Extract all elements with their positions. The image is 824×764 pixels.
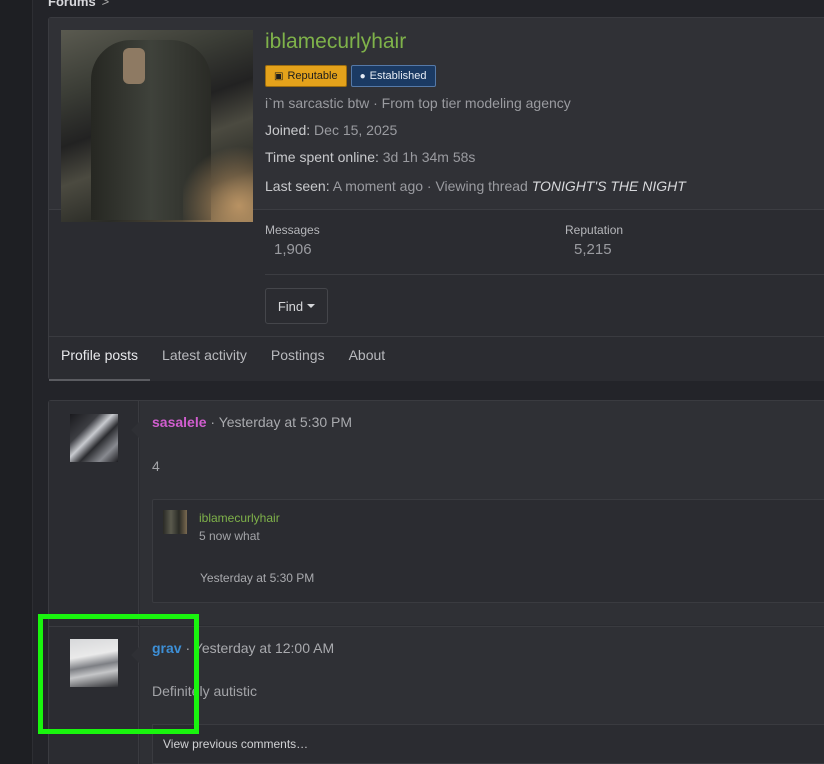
online-label: Time spent online: <box>265 149 379 165</box>
badge-reputable: ▣ Reputable <box>265 65 347 87</box>
breadcrumb-forums[interactable]: Forums <box>48 0 96 9</box>
left-sidebar-strip <box>0 0 33 764</box>
joined-value: Dec 15, 2025 <box>314 122 398 138</box>
comment-avatar[interactable] <box>163 510 187 534</box>
online-value: 3d 1h 34m 58s <box>382 149 476 165</box>
caret-down-icon <box>307 304 316 308</box>
avatar[interactable] <box>70 414 118 462</box>
stat-messages[interactable]: Messages 1,906 <box>265 223 320 258</box>
avatar[interactable] <box>70 639 118 687</box>
profile-posts-list: sasalele · Yesterday at 5:30 PM 4 iblame… <box>48 400 824 764</box>
post-body: 4 <box>152 458 160 474</box>
last-seen-label: Last seen: <box>265 178 330 194</box>
joined-line: Joined: Dec 15, 2025 <box>265 122 397 138</box>
badge-reputable-label: Reputable <box>287 70 338 82</box>
stat-reputation[interactable]: Reputation 5,215 <box>565 223 623 258</box>
last-seen-line: Last seen: A moment ago · Viewing thread… <box>265 178 686 194</box>
breadcrumb[interactable]: Forums > <box>48 0 109 9</box>
post-timestamp[interactable]: · Yesterday at 5:30 PM <box>210 414 352 430</box>
profile-avatar[interactable] <box>61 30 253 222</box>
online-line: Time spent online: 3d 1h 34m 58s <box>265 149 475 165</box>
post-timestamp[interactable]: · Yesterday at 12:00 AM <box>185 640 334 656</box>
badge-established: ● Established <box>350 65 436 87</box>
tab-about[interactable]: About <box>337 337 398 381</box>
post-author-link[interactable]: sasalele <box>152 414 207 430</box>
joined-label: Joined: <box>265 122 311 138</box>
post-arrow <box>131 646 140 664</box>
chevron-right-icon: > <box>101 0 110 9</box>
profile-card: iblamecurlyhair ▣ Reputable ● Establishe… <box>48 17 824 381</box>
stat-messages-label: Messages <box>265 223 320 237</box>
stat-reputation-value: 5,215 <box>574 241 612 258</box>
post-header: sasalele · Yesterday at 5:30 PM <box>152 414 352 430</box>
tab-profile-posts[interactable]: Profile posts <box>49 337 151 381</box>
profile-username[interactable]: iblamecurlyhair <box>265 30 406 54</box>
stat-reputation-label: Reputation <box>565 223 624 237</box>
comment-timestamp[interactable]: Yesterday at 5:30 PM <box>200 571 314 585</box>
profile-tabs: Profile posts Latest activity Postings A… <box>49 336 824 381</box>
profile-stats: Messages 1,906 Reputation 5,215 <box>265 223 824 275</box>
post-arrow <box>131 421 140 439</box>
find-dropdown-button[interactable]: Find <box>265 288 328 324</box>
post-body: Definitely autistic <box>152 683 258 699</box>
comment-author-link[interactable]: iblamecurlyhair <box>199 511 280 525</box>
last-seen-value: A moment ago · Viewing thread <box>332 178 528 194</box>
user-badges: ▣ Reputable ● Established <box>265 65 436 87</box>
last-seen-thread-link[interactable]: TONIGHT'S THE NIGHT <box>532 178 686 194</box>
badge-established-label: Established <box>369 70 427 82</box>
tab-latest-activity[interactable]: Latest activity <box>150 337 259 381</box>
comment: iblamecurlyhair 5 now what Yesterday at … <box>152 499 824 603</box>
stat-messages-value: 1,906 <box>274 241 312 258</box>
tab-postings[interactable]: Postings <box>259 337 337 381</box>
view-previous-comments-link[interactable]: View previous comments… <box>152 724 824 764</box>
find-label: Find <box>277 298 304 314</box>
post-author-link[interactable]: grav <box>152 640 182 656</box>
comment-text: 5 now what <box>199 529 260 543</box>
profile-blurb: i`m sarcastic btw · From top tier modeli… <box>265 95 571 111</box>
user-icon: ● <box>359 70 366 82</box>
handshake-icon: ▣ <box>274 70 284 82</box>
post-header: grav · Yesterday at 12:00 AM <box>152 640 334 656</box>
